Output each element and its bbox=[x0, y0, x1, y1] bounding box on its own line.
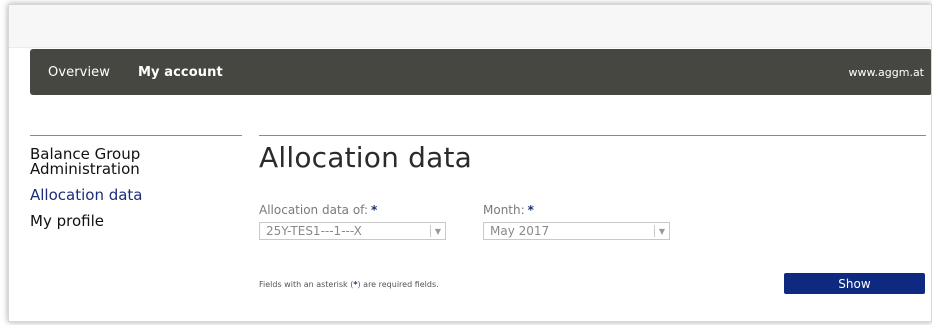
nav-overview[interactable]: Overview bbox=[30, 65, 110, 80]
month-value: May 2017 bbox=[490, 224, 550, 238]
month-label: Month: * bbox=[483, 203, 534, 217]
site-link[interactable]: www.aggm.at bbox=[849, 66, 924, 79]
sidebar-item-allocation-data[interactable]: Allocation data bbox=[30, 188, 235, 203]
sidebar-item-balance-group-administration[interactable]: Balance Group Administration bbox=[30, 147, 180, 177]
month-label-text: Month: bbox=[483, 203, 525, 217]
required-fields-note: Fields with an asterisk (*) are required… bbox=[259, 280, 439, 289]
main-navbar: Overview My account www.aggm.at bbox=[30, 49, 931, 95]
show-button[interactable]: Show bbox=[784, 273, 925, 294]
page-title: Allocation data bbox=[259, 141, 472, 174]
note-text-end: ) are required fields. bbox=[357, 280, 439, 289]
content-divider bbox=[259, 135, 926, 136]
allocation-data-of-select[interactable]: 25Y-TES1---1---X ▼ bbox=[259, 222, 446, 240]
month-select[interactable]: May 2017 ▼ bbox=[483, 222, 670, 240]
sidebar-item-my-profile[interactable]: My profile bbox=[30, 214, 235, 229]
required-asterisk: * bbox=[527, 203, 534, 217]
nav-my-account[interactable]: My account bbox=[120, 65, 223, 80]
note-text-start: Fields with an asterisk ( bbox=[259, 280, 354, 289]
sidebar-divider bbox=[30, 135, 242, 136]
allocation-data-of-label-text: Allocation data of: bbox=[259, 203, 368, 217]
top-band bbox=[9, 5, 931, 48]
chevron-down-icon[interactable]: ▼ bbox=[431, 227, 445, 236]
page-frame: Overview My account www.aggm.at Balance … bbox=[8, 4, 932, 322]
chevron-down-icon[interactable]: ▼ bbox=[655, 227, 669, 236]
required-asterisk: * bbox=[371, 203, 378, 217]
allocation-data-of-value: 25Y-TES1---1---X bbox=[266, 224, 362, 238]
sidebar: Balance Group Administration Allocation … bbox=[30, 147, 235, 240]
allocation-data-of-label: Allocation data of: * bbox=[259, 203, 377, 217]
